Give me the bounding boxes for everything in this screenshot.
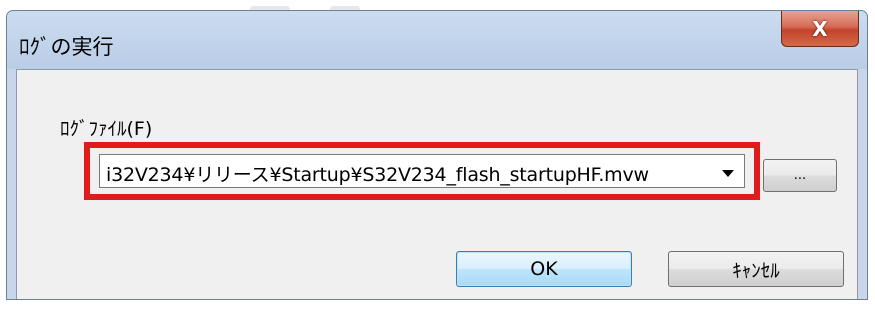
close-icon: X	[812, 16, 828, 41]
log-file-label: ﾛｸﾞﾌｧｲﾙ(F)	[60, 118, 153, 140]
cancel-button-label: ｷｬﾝｾﾙ	[732, 259, 780, 282]
highlight-box	[84, 142, 760, 200]
ok-button[interactable]: OK	[456, 251, 632, 287]
log-execute-dialog: ﾛｸﾞの実行 X ﾛｸﾞﾌｧｲﾙ(F) i32V234¥リリース¥Startup…	[6, 10, 868, 300]
cancel-button[interactable]: ｷｬﾝｾﾙ	[668, 251, 844, 287]
ok-button-label: OK	[530, 258, 558, 280]
close-button[interactable]: X	[781, 11, 859, 47]
browse-button[interactable]: ...	[763, 159, 837, 192]
title-bar[interactable]: ﾛｸﾞの実行 X	[7, 11, 867, 69]
browse-button-label: ...	[793, 168, 807, 183]
dialog-title: ﾛｸﾞの実行	[19, 35, 114, 59]
dialog-client-area: ﾛｸﾞﾌｧｲﾙ(F) i32V234¥リリース¥Startup¥S32V234_…	[16, 69, 858, 299]
